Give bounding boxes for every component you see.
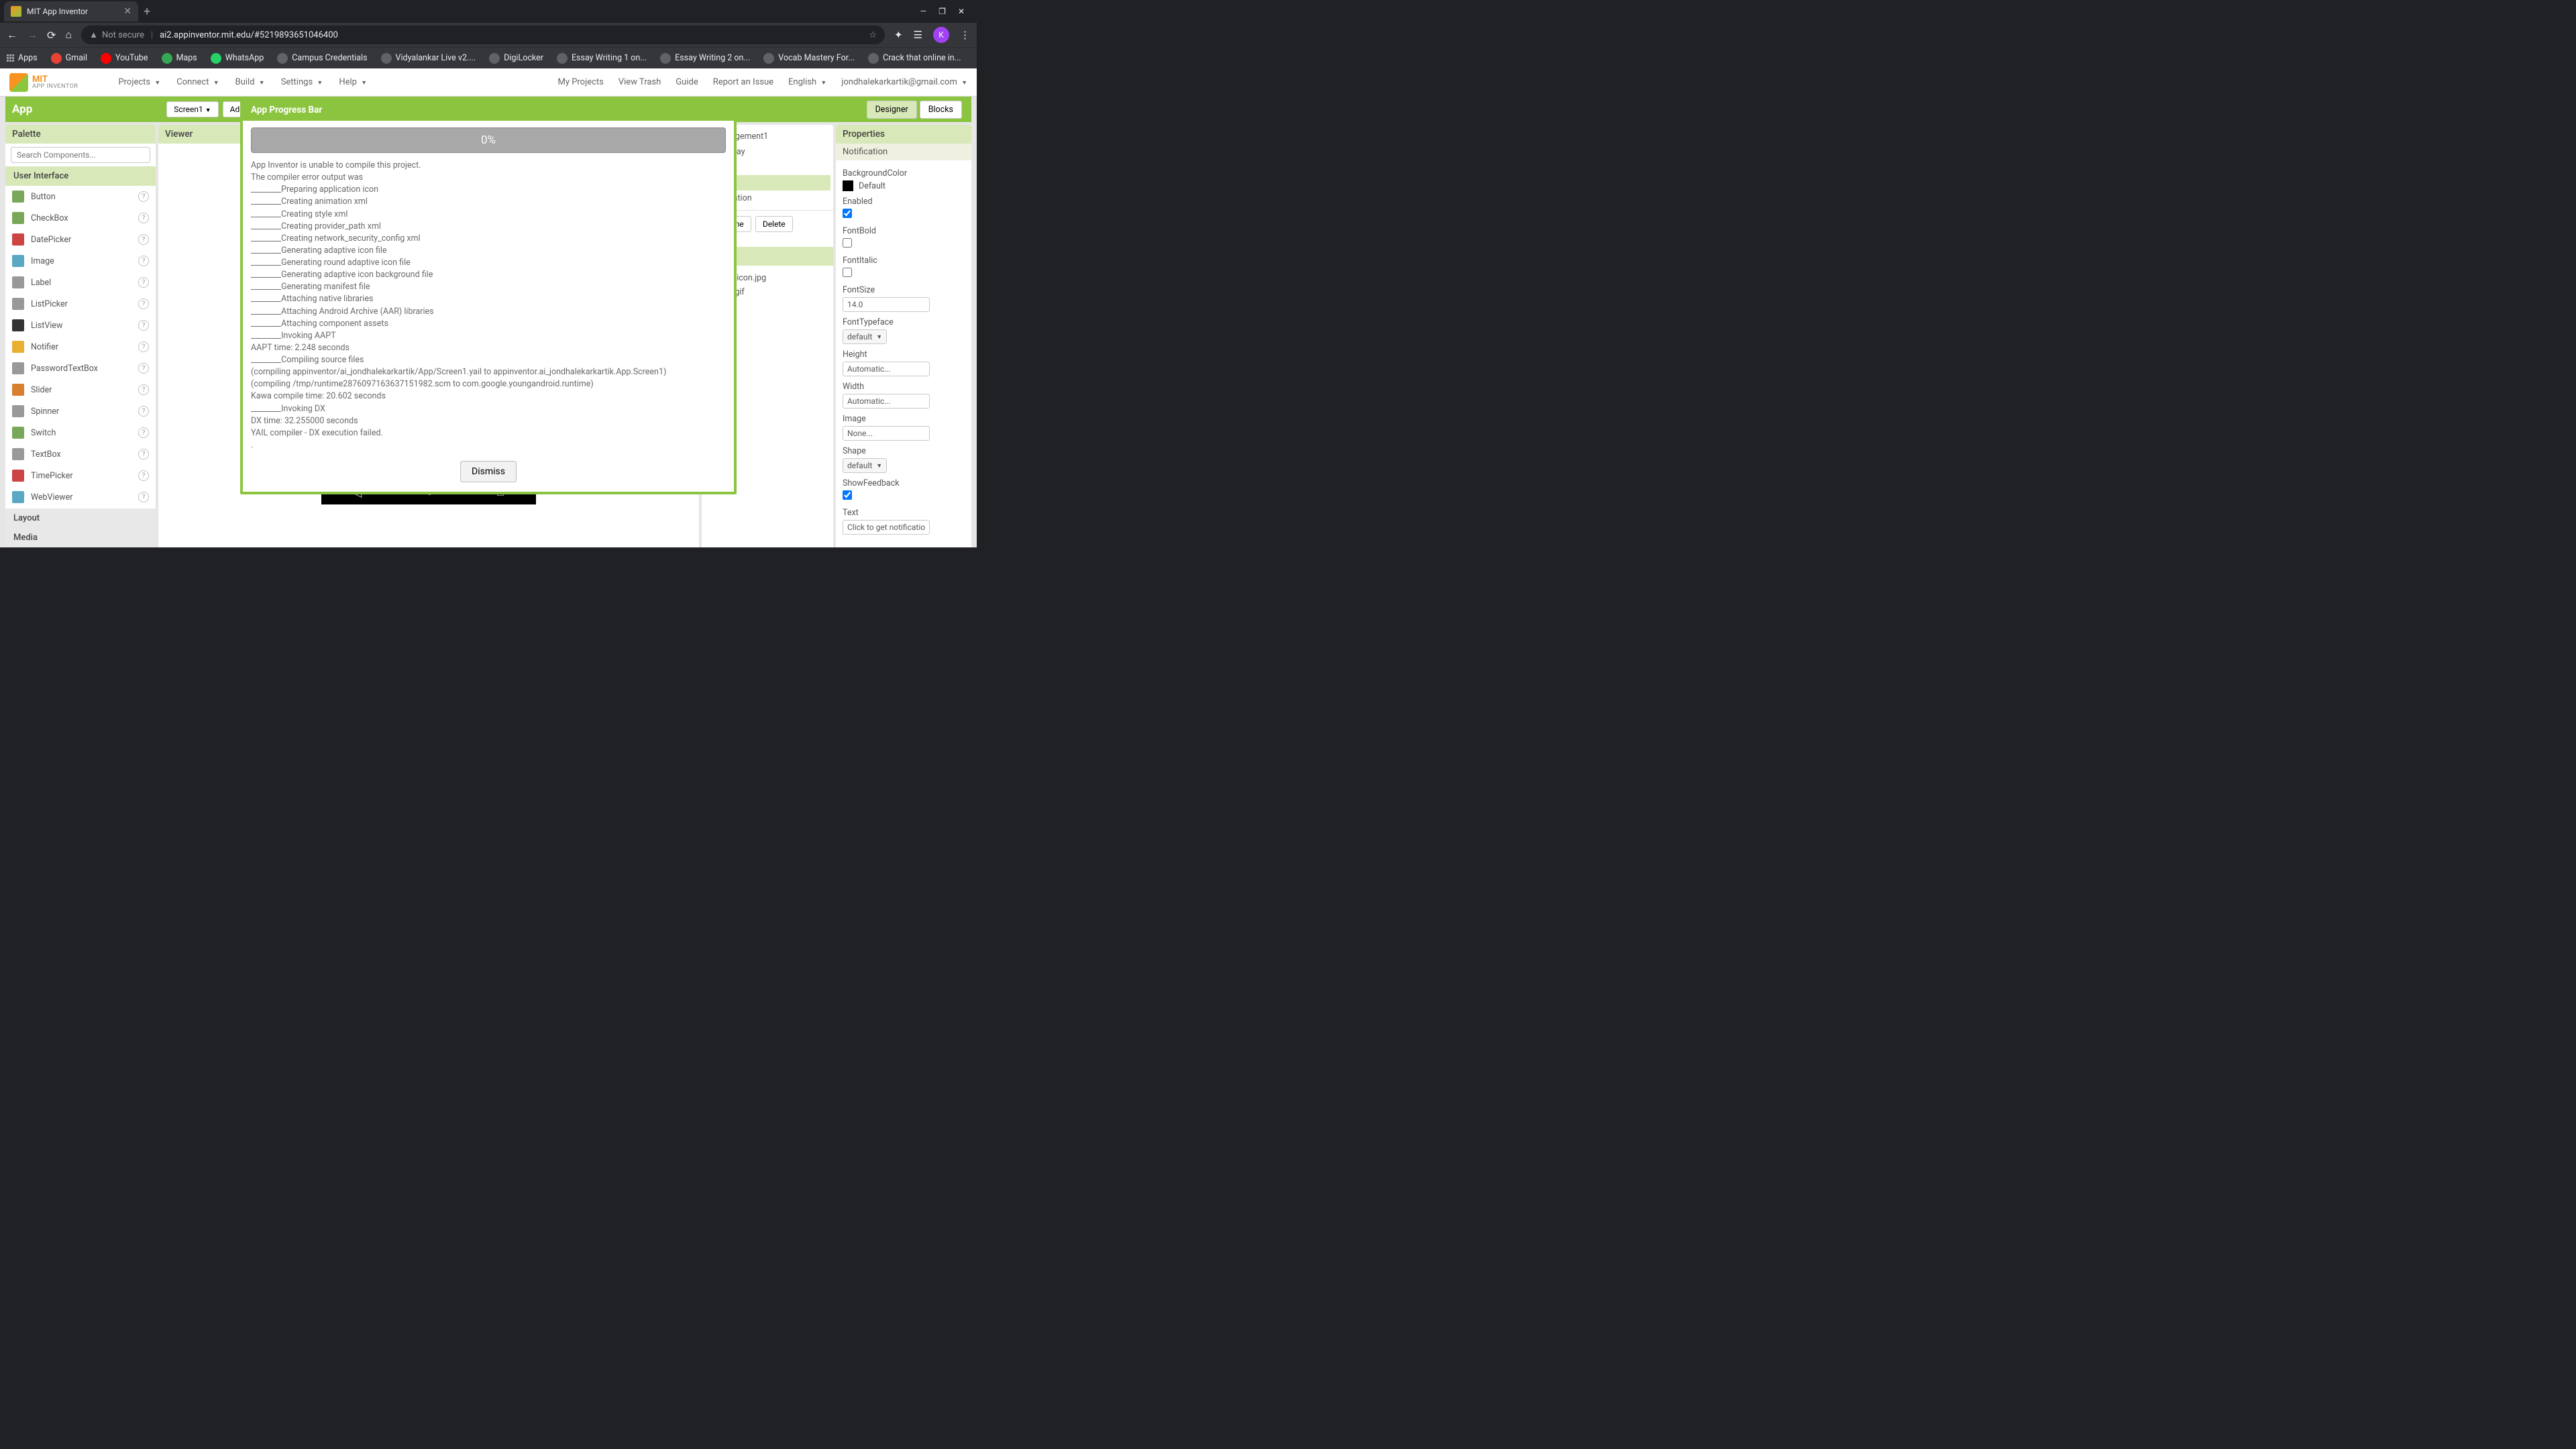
bookmark-favicon bbox=[489, 53, 500, 64]
window-controls: — ❐ ✕ bbox=[920, 7, 973, 16]
close-window-icon[interactable]: ✕ bbox=[958, 7, 965, 16]
bookmark-item[interactable]: Essay Writing 1 on... bbox=[557, 53, 647, 64]
kebab-menu-icon[interactable]: ⋮ bbox=[960, 29, 970, 41]
bookmark-item[interactable]: YouTube bbox=[101, 53, 148, 64]
bookmark-item[interactable]: Vocab Mastery For... bbox=[763, 53, 855, 64]
bookmark-item[interactable]: WhatsApp bbox=[211, 53, 264, 64]
bookmark-favicon bbox=[381, 53, 392, 64]
bookmark-item[interactable]: Vidyalankar Live v2.... bbox=[381, 53, 476, 64]
tab-close-icon[interactable]: ✕ bbox=[123, 6, 131, 17]
bookmark-favicon bbox=[101, 53, 111, 64]
bookmark-favicon bbox=[763, 53, 774, 64]
bookmark-item[interactable]: Gmail bbox=[51, 53, 87, 64]
bookmark-apps[interactable]: Apps bbox=[7, 53, 38, 63]
bookmarks-bar: Apps Gmail YouTube Maps WhatsApp Campus Crede… bbox=[0, 47, 977, 68]
bookmark-item[interactable]: DigiLocker bbox=[489, 53, 543, 64]
nav-right-icons: ✦ ☰ K ⋮ bbox=[894, 27, 970, 43]
bookmark-favicon bbox=[557, 53, 568, 64]
back-icon[interactable]: ← bbox=[7, 28, 17, 42]
tab-title: MIT App Inventor bbox=[27, 7, 88, 16]
bookmark-favicon bbox=[211, 53, 221, 64]
apps-grid-icon bbox=[7, 54, 14, 62]
bookmark-item[interactable]: Essay Writing 2 on... bbox=[660, 53, 750, 64]
extensions-icon[interactable]: ✦ bbox=[894, 29, 903, 41]
app-inventor-app: MIT APP INVENTOR Projects ▼Connect ▼Buil… bbox=[0, 68, 977, 547]
bookmark-favicon bbox=[51, 53, 62, 64]
dismiss-button[interactable]: Dismiss bbox=[460, 461, 517, 482]
bookmark-item[interactable]: Crack that online in... bbox=[868, 53, 961, 64]
minimize-icon[interactable]: — bbox=[920, 7, 926, 16]
modal-overlay: App Progress Bar 0% App Inventor is unab… bbox=[0, 68, 977, 547]
url-bar[interactable]: ▲ Not secure | ai2.appinventor.mit.edu/#… bbox=[81, 25, 885, 44]
progress-dialog: App Progress Bar 0% App Inventor is unab… bbox=[240, 97, 737, 494]
bookmark-item[interactable]: Maps bbox=[162, 53, 197, 64]
progress-bar: 0% bbox=[251, 127, 726, 153]
forward-icon[interactable]: → bbox=[27, 28, 38, 42]
compiler-log: App Inventor is unable to compile this p… bbox=[251, 160, 726, 451]
home-icon[interactable]: ⌂ bbox=[65, 28, 72, 42]
star-icon[interactable]: ☆ bbox=[869, 30, 877, 40]
warning-icon: ▲ bbox=[89, 30, 98, 40]
reading-list-icon[interactable]: ☰ bbox=[914, 29, 922, 41]
security-warning: ▲ Not secure bbox=[89, 30, 144, 40]
bookmark-favicon bbox=[162, 53, 172, 64]
tab-favicon bbox=[11, 6, 21, 17]
reload-icon[interactable]: ⟳ bbox=[47, 29, 56, 42]
profile-avatar[interactable]: K bbox=[933, 27, 949, 43]
browser-tab-bar: MIT App Inventor ✕ + — ❐ ✕ bbox=[0, 0, 977, 23]
browser-nav-bar: ← → ⟳ ⌂ ▲ Not secure | ai2.appinventor.m… bbox=[0, 23, 977, 47]
bookmark-favicon bbox=[660, 53, 671, 64]
bookmark-favicon bbox=[868, 53, 879, 64]
url-text: ai2.appinventor.mit.edu/#521989365104640… bbox=[160, 30, 338, 40]
browser-tab[interactable]: MIT App Inventor ✕ bbox=[4, 1, 138, 21]
bookmark-item[interactable]: Campus Credentials bbox=[277, 53, 367, 64]
dialog-title: App Progress Bar bbox=[243, 99, 734, 121]
maximize-icon[interactable]: ❐ bbox=[938, 7, 946, 16]
bookmark-favicon bbox=[277, 53, 288, 64]
new-tab-button[interactable]: + bbox=[144, 5, 150, 19]
